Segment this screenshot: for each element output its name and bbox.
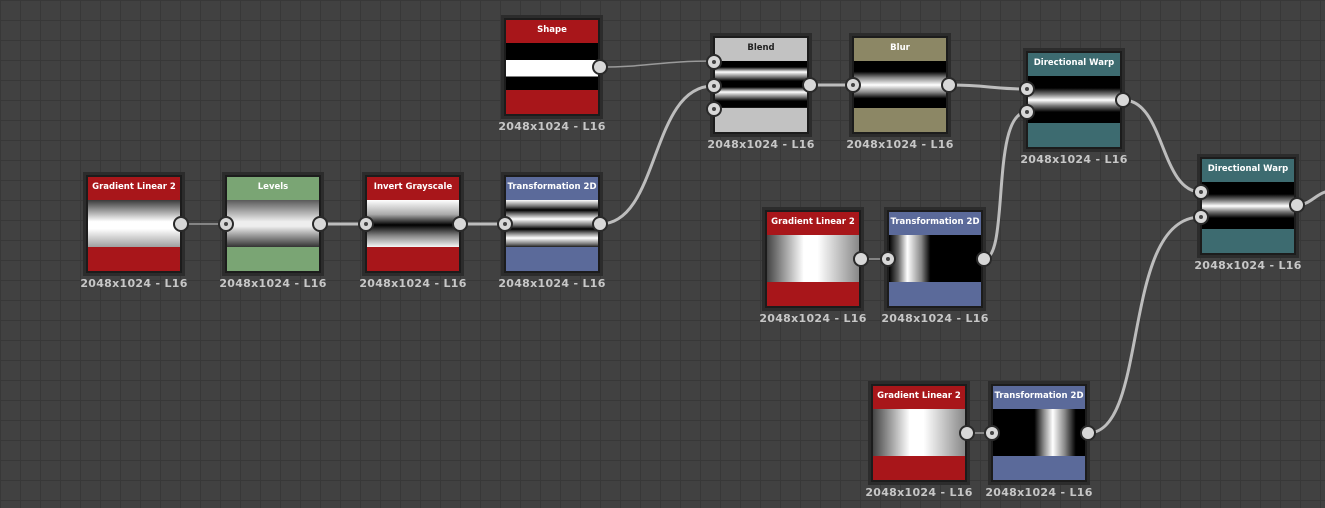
node-resolution: 2048x1024 - L16 — [80, 277, 188, 290]
input-port[interactable] — [1019, 81, 1035, 97]
wire-warp-to-warp — [1121, 98, 1203, 194]
node-thumbnail — [1202, 182, 1294, 230]
input-port[interactable] — [1193, 184, 1209, 200]
node-resolution: 2048x1024 - L16 — [865, 486, 973, 499]
node-footer — [993, 456, 1085, 480]
node-title: Invert Grayscale — [367, 177, 459, 200]
node-title: Levels — [227, 177, 319, 200]
node-title: Blend — [715, 38, 807, 61]
wire-shape-to-blend — [598, 60, 714, 68]
input-port[interactable] — [880, 251, 896, 267]
node-directional-warp[interactable]: Directional Warp — [1023, 48, 1125, 152]
output-port[interactable] — [592, 216, 608, 232]
output-port[interactable] — [312, 216, 328, 232]
node-footer — [506, 90, 598, 114]
node-resolution: 2048x1024 - L16 — [1020, 153, 1128, 166]
node-resolution: 2048x1024 - L16 — [759, 312, 867, 325]
node-levels[interactable]: Levels — [222, 172, 324, 276]
node-footer — [227, 247, 319, 271]
wire-transform-to-blend — [598, 84, 715, 226]
node-title: Directional Warp — [1028, 53, 1120, 76]
node-thumbnail — [506, 200, 598, 248]
input-port-mask[interactable] — [706, 101, 722, 117]
node-footer — [367, 247, 459, 271]
output-port[interactable] — [1080, 425, 1096, 441]
node-resolution: 2048x1024 - L16 — [1194, 259, 1302, 272]
node-transformation-2d[interactable]: Transformation 2D — [501, 172, 603, 276]
output-port[interactable] — [853, 251, 869, 267]
node-resolution: 2048x1024 - L16 — [881, 312, 989, 325]
output-port[interactable] — [802, 77, 818, 93]
node-thumbnail — [367, 200, 459, 248]
input-port-intensity[interactable] — [1193, 209, 1209, 225]
node-title: Blur — [854, 38, 946, 61]
node-resolution: 2048x1024 - L16 — [985, 486, 1093, 499]
input-port[interactable] — [497, 216, 513, 232]
node-shape[interactable]: Shape — [501, 15, 603, 119]
node-thumbnail — [1028, 76, 1120, 124]
node-thumbnail — [88, 200, 180, 248]
input-port[interactable] — [358, 216, 374, 232]
wire-blur-to-warp — [946, 83, 1029, 91]
node-gradient-linear-2[interactable]: Gradient Linear 2 — [868, 381, 970, 485]
output-port[interactable] — [941, 77, 957, 93]
output-port[interactable] — [976, 251, 992, 267]
node-footer — [854, 108, 946, 132]
input-port-intensity[interactable] — [1019, 104, 1035, 120]
node-transformation-2d[interactable]: Transformation 2D — [988, 381, 1090, 485]
input-port-background[interactable] — [706, 78, 722, 94]
node-thumbnail — [854, 61, 946, 109]
node-thumbnail — [767, 235, 859, 283]
node-thumbnail — [506, 43, 598, 91]
node-gradient-linear-2[interactable]: Gradient Linear 2 — [762, 207, 864, 311]
node-footer — [1028, 123, 1120, 147]
node-title: Gradient Linear 2 — [88, 177, 180, 200]
node-resolution: 2048x1024 - L16 — [707, 138, 815, 151]
node-footer — [1202, 229, 1294, 253]
node-footer — [88, 247, 180, 271]
node-title: Transformation 2D — [889, 212, 981, 235]
output-port[interactable] — [592, 59, 608, 75]
node-footer — [889, 282, 981, 306]
node-blend[interactable]: Blend — [710, 33, 812, 137]
node-transformation-2d[interactable]: Transformation 2D — [884, 207, 986, 311]
node-title: Transformation 2D — [993, 386, 1085, 409]
node-title: Transformation 2D — [506, 177, 598, 200]
input-port-foreground[interactable] — [706, 54, 722, 70]
input-port[interactable] — [984, 425, 1000, 441]
node-thumbnail — [227, 200, 319, 248]
node-thumbnail — [993, 409, 1085, 457]
input-port[interactable] — [218, 216, 234, 232]
node-title: Directional Warp — [1202, 159, 1294, 182]
node-footer — [715, 108, 807, 132]
node-thumbnail — [889, 235, 981, 283]
output-port[interactable] — [173, 216, 189, 232]
output-port[interactable] — [1115, 92, 1131, 108]
node-title: Gradient Linear 2 — [873, 386, 965, 409]
input-port[interactable] — [845, 77, 861, 93]
node-footer — [873, 456, 965, 480]
connection-wires — [181, 60, 1325, 435]
node-title: Shape — [506, 20, 598, 43]
node-resolution: 2048x1024 - L16 — [498, 120, 606, 133]
node-resolution: 2048x1024 - L16 — [359, 277, 467, 290]
node-directional-warp[interactable]: Directional Warp — [1197, 154, 1299, 258]
node-thumbnail — [715, 61, 807, 109]
node-title: Gradient Linear 2 — [767, 212, 859, 235]
node-resolution: 2048x1024 - L16 — [846, 138, 954, 151]
node-invert-grayscale[interactable]: Invert Grayscale — [362, 172, 464, 276]
node-footer — [767, 282, 859, 306]
node-thumbnail — [873, 409, 965, 457]
node-resolution: 2048x1024 - L16 — [498, 277, 606, 290]
output-port[interactable] — [959, 425, 975, 441]
output-port[interactable] — [1289, 197, 1305, 213]
node-blur[interactable]: Blur — [849, 33, 951, 137]
node-footer — [506, 247, 598, 271]
output-port[interactable] — [452, 216, 468, 232]
wire-transform-to-warp-b — [1086, 215, 1203, 435]
wire-transform-to-warp-a — [982, 110, 1029, 261]
node-gradient-linear-2[interactable]: Gradient Linear 2 — [83, 172, 185, 276]
node-resolution: 2048x1024 - L16 — [219, 277, 327, 290]
